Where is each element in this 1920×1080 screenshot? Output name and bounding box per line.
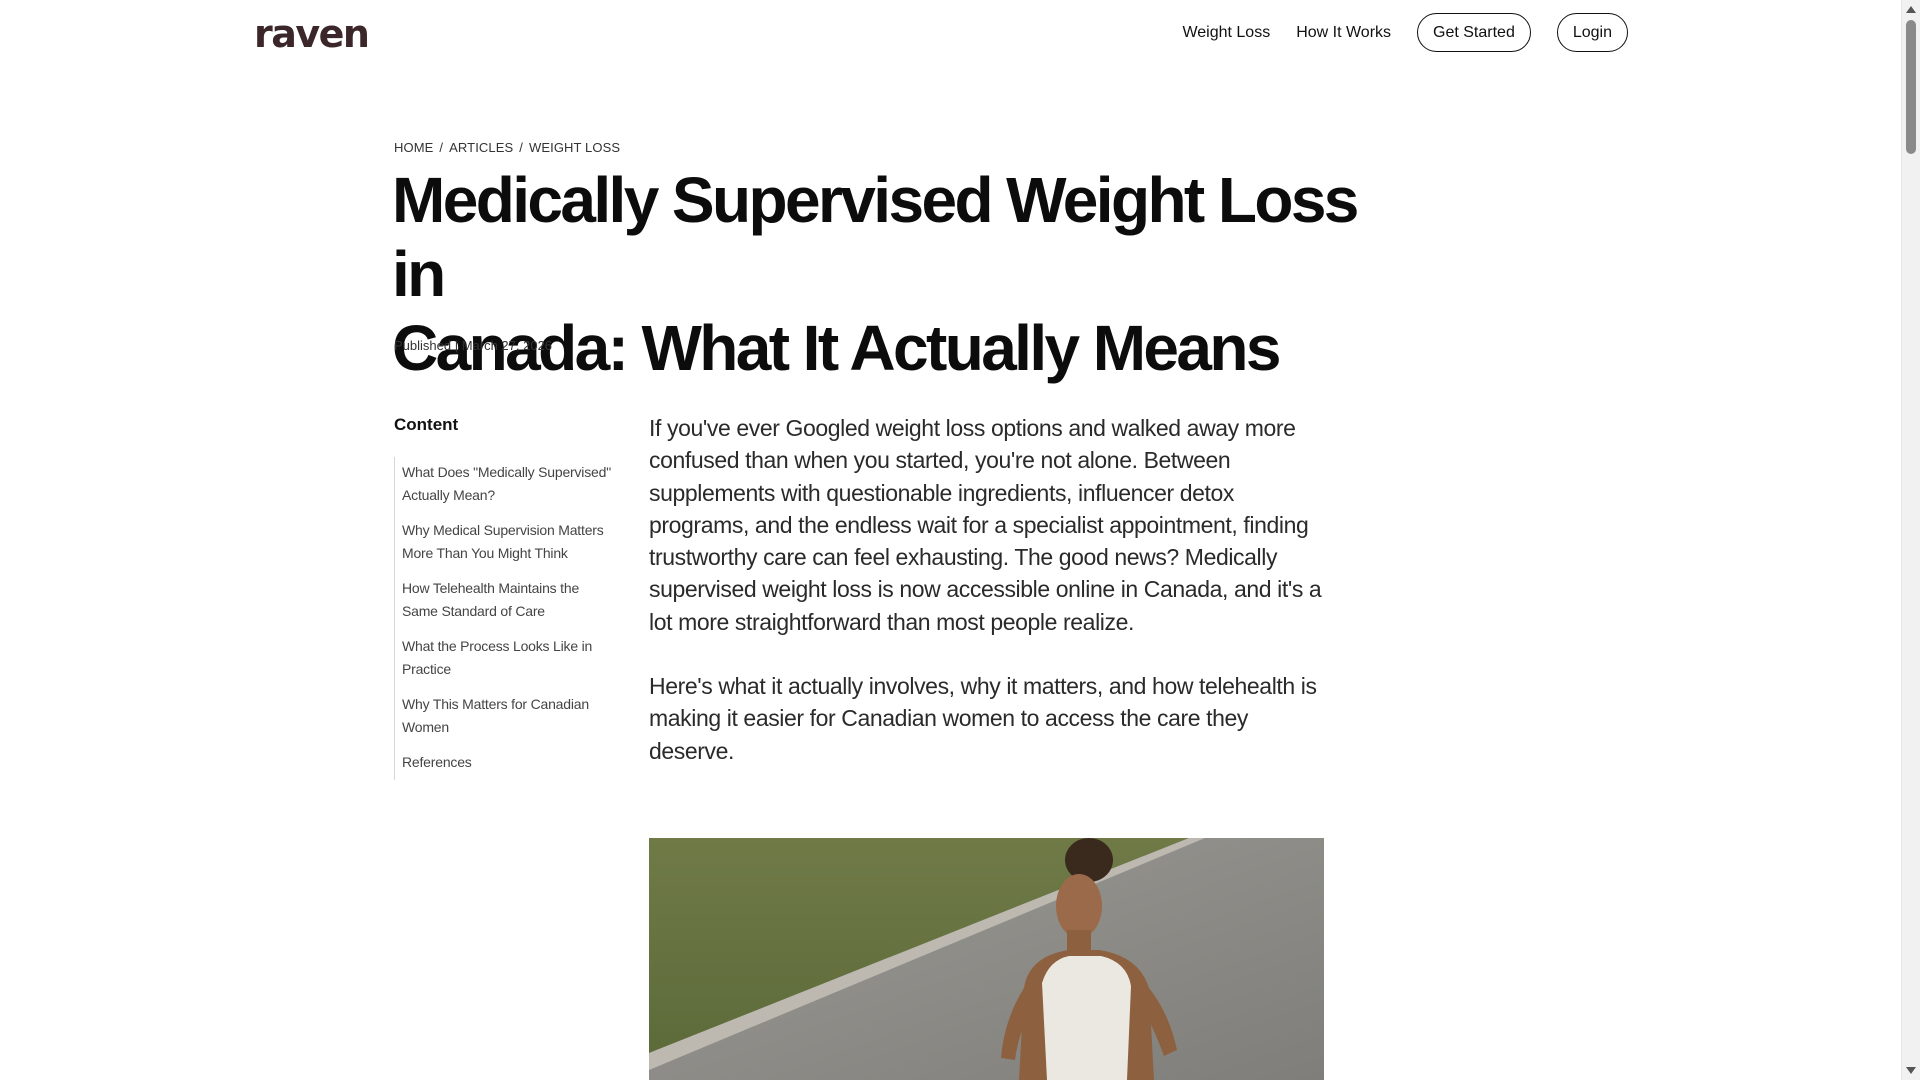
toc-item-why-supervision-matters[interactable]: Why Medical Supervision Matters More Tha… xyxy=(395,519,615,565)
breadcrumb-articles[interactable]: ARTICLES xyxy=(449,140,513,155)
breadcrumb-separator: / xyxy=(439,140,444,155)
published-date: Published | March 27, 2026 xyxy=(394,338,553,353)
scroll-up-icon[interactable] xyxy=(1906,6,1916,13)
toc-item-telehealth-standard[interactable]: How Telehealth Maintains the Same Standa… xyxy=(395,577,615,623)
main-nav: Weight Loss How It Works Get Started Log… xyxy=(1182,13,1628,52)
second-paragraph: Here's what it actually involves, why it… xyxy=(649,673,1317,764)
article-title-line-1: Medically Supervised Weight Loss in xyxy=(392,164,1359,310)
breadcrumb-separator: / xyxy=(519,140,523,155)
toc-item-process[interactable]: What the Process Looks Like in Practice xyxy=(395,635,615,681)
page-viewport: raven Weight Loss How It Works Get Start… xyxy=(0,0,1901,1080)
toc-item-medically-supervised[interactable]: What Does "Medically Supervised" Actuall… xyxy=(395,461,615,507)
intro-paragraph: If you've ever Googled weight loss optio… xyxy=(649,415,1322,635)
get-started-button[interactable]: Get Started xyxy=(1417,13,1531,52)
hero-image xyxy=(649,838,1324,1080)
breadcrumb: HOME / ARTICLES / WEIGHT LOSS xyxy=(394,140,620,155)
table-of-contents: What Does "Medically Supervised" Actuall… xyxy=(394,457,615,780)
article-body: If you've ever Googled weight loss optio… xyxy=(649,412,1329,799)
vertical-scrollbar[interactable] xyxy=(1901,0,1920,1080)
login-button[interactable]: Login xyxy=(1556,13,1628,52)
logo-text: raven xyxy=(254,12,368,56)
nav-how-it-works[interactable]: How It Works xyxy=(1296,24,1391,42)
nav-weight-loss[interactable]: Weight Loss xyxy=(1182,24,1270,42)
raven-logo[interactable]: raven xyxy=(254,10,382,60)
scrollbar-thumb[interactable] xyxy=(1906,20,1916,154)
breadcrumb-home[interactable]: HOME xyxy=(394,140,433,155)
toc-item-canadian-women[interactable]: Why This Matters for Canadian Women xyxy=(395,693,615,739)
runner-photo xyxy=(649,838,1324,1080)
toc-heading: Content xyxy=(394,415,459,434)
toc-item-references[interactable]: References xyxy=(395,751,615,774)
scroll-down-icon[interactable] xyxy=(1906,1067,1916,1074)
logo-wordmark: raven xyxy=(254,12,370,56)
breadcrumb-weight-loss[interactable]: WEIGHT LOSS xyxy=(529,140,620,155)
